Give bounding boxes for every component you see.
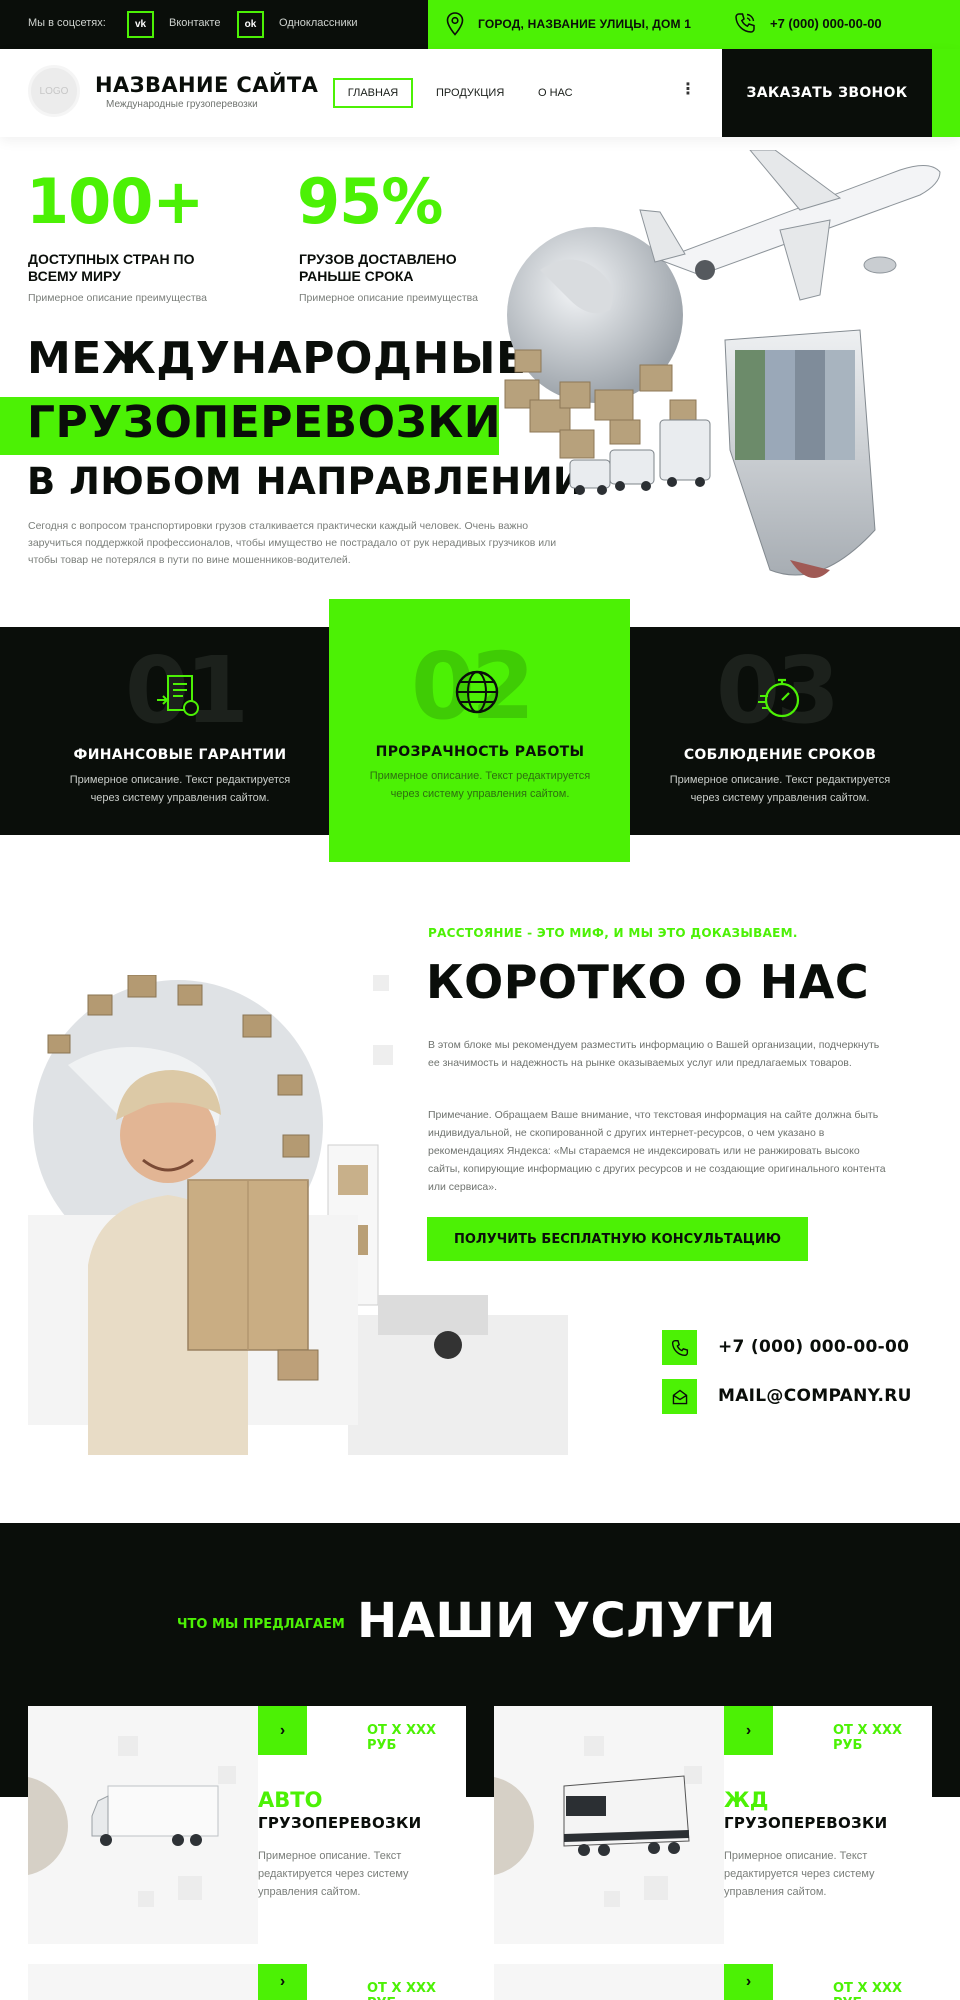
feature-3-desc: Примерное описание. Текст редактируется ч…	[669, 774, 891, 804]
service-card-3[interactable]: › ОТ Х ХХХ РУБ	[28, 1964, 466, 2000]
phone-icon	[735, 13, 755, 33]
service-4-arrow-icon[interactable]: ›	[724, 1964, 773, 2000]
feature-2-title: ПРОЗРАЧНОСТЬ РАБОТЫ	[375, 744, 585, 760]
contact-email-link[interactable]: MAIL@COMPANY.RU	[718, 1386, 912, 1406]
feature-3-title: СОБЛЮДЕНИЕ СРОКОВ	[683, 747, 877, 763]
about-paragraph-1: В этом блоке мы рекомендуем разместить и…	[428, 1039, 880, 1069]
headline-line-2: ГРУЗОПЕРЕВОЗКИ	[27, 397, 502, 448]
phone-link[interactable]: +7 (000) 000-00-00	[770, 16, 882, 31]
feature-1-title: ФИНАНСОВЫЕ ГАРАНТИИ	[73, 747, 287, 763]
about-paragraph-2: Примечание. Обращаем Ваше внимание, что …	[428, 1109, 886, 1193]
service-3-arrow-icon[interactable]: ›	[258, 1964, 307, 2000]
ok-icon[interactable]: ok	[237, 11, 264, 38]
service-auto-desc: Примерное описание. Текст редактируется …	[258, 1850, 409, 1898]
service-3-price: ОТ Х ХХХ РУБ	[367, 1981, 437, 2000]
service-rail-kind: ЖД	[724, 1788, 769, 1812]
free-consultation-button[interactable]: ПОЛУЧИТЬ БЕСПЛАТНУЮ КОНСУЛЬТАЦИЮ	[427, 1217, 808, 1261]
site-header: LOGO НАЗВАНИЕ САЙТА Международные грузоп…	[0, 49, 960, 137]
order-call-button[interactable]: ЗАКАЗАТЬ ЗВОНОК	[722, 49, 932, 137]
service-card-auto[interactable]: › ОТ Х ХХХ РУБ АВТО ГРУЗОПЕРЕВОЗКИ Приме…	[28, 1706, 466, 1944]
service-card-4[interactable]: › ОТ Х ХХХ РУБ	[494, 1964, 932, 2000]
site-logo[interactable]: LOGO	[28, 65, 80, 117]
site-subtitle: Международные грузоперевозки	[106, 99, 258, 110]
service-auto-subtitle: ГРУЗОПЕРЕВОЗКИ	[258, 1814, 422, 1832]
about-kicker: РАССТОЯНИЕ - ЭТО МИФ, И МЫ ЭТО ДОКАЗЫВАЕ…	[428, 926, 798, 940]
contact-phone-link[interactable]: +7 (000) 000-00-00	[718, 1337, 909, 1357]
service-rail-arrow-icon[interactable]: ›	[724, 1706, 773, 1755]
social-label: Мы в соцсетях:	[28, 17, 106, 29]
services-kicker: ЧТО МЫ ПРЕДЛАГАЕМ	[177, 1617, 345, 1632]
stat-ontime-title: ГРУЗОВ ДОСТАВЛЕНО РАНЬШЕ СРОКА	[299, 251, 457, 284]
globe-icon	[455, 670, 499, 714]
feature-2-desc: Примерное описание. Текст редактируется ч…	[369, 770, 591, 800]
vk-link[interactable]: Вконтакте	[169, 17, 220, 29]
more-menu-icon[interactable]: ⋮	[680, 79, 696, 99]
stat-ontime-desc: Примерное описание преимущества	[299, 292, 478, 304]
header-accent-bar	[932, 49, 960, 137]
service-rail-subtitle: ГРУЗОПЕРЕВОЗКИ	[724, 1814, 888, 1832]
finance-document-icon	[157, 675, 199, 716]
stat-countries-title: ДОСТУПНЫХ СТРАН ПО ВСЕМУ МИРУ	[28, 251, 195, 284]
feature-1-desc: Примерное описание. Текст редактируется ч…	[69, 774, 291, 804]
contact-phone-icon	[662, 1330, 697, 1365]
vk-icon[interactable]: vk	[127, 11, 154, 38]
stat-countries-desc: Примерное описание преимущества	[28, 292, 207, 304]
ok-link[interactable]: Одноклассники	[279, 17, 358, 29]
headline-line-1: МЕЖДУНАРОДНЫЕ	[27, 333, 527, 384]
hero-description: Сегодня с вопросом транспортировки грузо…	[28, 520, 557, 566]
location-pin-icon	[446, 12, 464, 36]
about-title: КОРОТКО О НАС	[426, 955, 870, 1009]
nav-products[interactable]: ПРОДУКЦИЯ	[436, 78, 504, 108]
service-auto-arrow-icon[interactable]: ›	[258, 1706, 307, 1755]
nav-home[interactable]: ГЛАВНАЯ	[333, 78, 413, 108]
contact-email-icon	[662, 1379, 697, 1414]
train-image	[494, 1736, 702, 1907]
truck-image	[28, 1736, 236, 1907]
service-rail-desc: Примерное описание. Текст редактируется …	[724, 1850, 875, 1898]
top-bar: Мы в соцсетях: vk Вконтакте ok Однокласс…	[0, 0, 960, 49]
stopwatch-icon	[758, 678, 800, 718]
service-auto-price: ОТ Х ХХХ РУБ	[367, 1723, 437, 1753]
service-rail-price: ОТ Х ХХХ РУБ	[833, 1723, 903, 1753]
address-text: ГОРОД, НАЗВАНИЕ УЛИЦЫ, ДОМ 1	[478, 17, 692, 31]
contact-panel: ГОРОД, НАЗВАНИЕ УЛИЦЫ, ДОМ 1 +7 (000) 00…	[428, 0, 960, 49]
nav-about[interactable]: О НАС	[538, 78, 573, 108]
service-card-rail[interactable]: › ОТ Х ХХХ РУБ ЖД ГРУЗОПЕРЕВОЗКИ Примерн…	[494, 1706, 932, 1944]
service-4-price: ОТ Х ХХХ РУБ	[833, 1981, 903, 2000]
stat-countries-value: 100+	[26, 165, 204, 238]
service-auto-kind: АВТО	[258, 1788, 323, 1812]
stat-ontime-value: 95%	[297, 165, 443, 238]
site-title: НАЗВАНИЕ САЙТА	[95, 73, 319, 97]
services-title: НАШИ УСЛУГИ	[357, 1593, 776, 1649]
hero-logistics-image	[504, 150, 941, 578]
